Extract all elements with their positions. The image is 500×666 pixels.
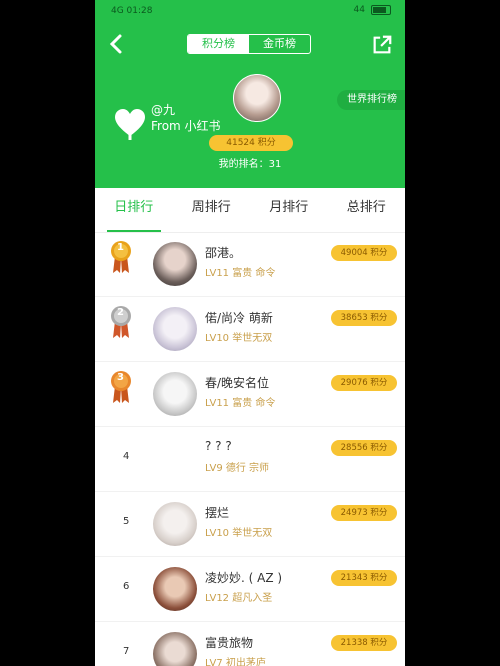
share-icon[interactable]	[371, 34, 393, 56]
avatar[interactable]	[153, 502, 197, 546]
user-name: 邵港。	[205, 246, 242, 260]
status-bar: 4G 01:28 44	[95, 0, 405, 22]
tab-weekly[interactable]: 周排行	[173, 188, 251, 232]
tab-total[interactable]: 总排行	[328, 188, 406, 232]
rank-number: 6	[123, 581, 130, 592]
ranking-row[interactable]: 5 摆烂 LV10 举世无双 24973 积分	[95, 492, 405, 557]
battery-percent: 44	[353, 5, 365, 15]
ranking-row[interactable]: 6 凌妙妙. ( AZ ) LV12 超凡入圣 21343 积分	[95, 557, 405, 622]
avatar[interactable]	[153, 307, 197, 351]
rank-number: 2	[117, 307, 124, 318]
user-level: LV12 超凡入圣	[205, 593, 273, 604]
points-badge: 21338 积分	[331, 635, 397, 651]
my-rank-text: 我的排名：31	[218, 159, 282, 170]
user-source: From 小红书	[151, 119, 221, 133]
tab-monthly[interactable]: 月排行	[250, 188, 328, 232]
user-level: LV9 德行 宗师	[205, 463, 270, 474]
back-arrow-icon[interactable]	[105, 32, 129, 56]
points-badge: 28556 积分	[331, 440, 397, 456]
avatar[interactable]	[153, 632, 197, 666]
rank-number: 4	[123, 451, 130, 462]
points-badge: 29076 积分	[331, 375, 397, 391]
user-name: 富贵旅物	[205, 636, 254, 650]
world-ranking-button[interactable]: 世界排行榜	[337, 90, 405, 110]
header: 积分榜 金币榜 世界排行榜 @九 From 小红书 41524 积分 我的排名：…	[95, 22, 405, 188]
board-switch: 积分榜 金币榜	[187, 34, 311, 54]
rank-number: 1	[117, 242, 124, 253]
points-badge: 21343 积分	[331, 570, 397, 586]
status-icons: 44	[354, 5, 391, 15]
ranking-row[interactable]: 7 富贵旅物 LV7 初出茅庐 21338 积分	[95, 622, 405, 666]
user-level: LV10 举世无双	[205, 528, 273, 539]
avatar[interactable]	[153, 567, 197, 611]
tab-coins-board[interactable]: 金币榜	[249, 35, 310, 53]
ranking-row[interactable]: 3 春/晚安名位 LV11 富贵 命令 29076 积分	[95, 362, 405, 427]
rank-number: 5	[123, 516, 130, 527]
user-name: 摆烂	[205, 506, 230, 520]
user-name: ? ? ?	[205, 439, 232, 453]
user-level: LV11 富贵 命令	[205, 398, 276, 409]
ranking-row[interactable]: 2 偌/尚冷 萌新 LV10 举世无双 38653 积分	[95, 297, 405, 362]
ranking-row[interactable]: 1 邵港。 LV11 富贵 命令 49004 积分	[95, 232, 405, 297]
points-badge: 49004 积分	[331, 245, 397, 261]
points-badge: 38653 积分	[331, 310, 397, 326]
phone-screen: 4G 01:28 44 积分榜 金币榜 世界排行榜 @九 From 小红书 41…	[95, 0, 405, 666]
avatar[interactable]	[153, 372, 197, 416]
my-points-badge: 41524 积分	[209, 135, 293, 151]
avatar[interactable]	[153, 242, 197, 286]
battery-icon	[371, 5, 391, 15]
ranking-list: 1 邵港。 LV11 富贵 命令 49004 积分 2 偌/尚冷 萌新 LV10…	[95, 232, 405, 666]
user-name-block: @九 From 小红书	[151, 102, 221, 134]
user-avatar[interactable]	[233, 74, 281, 122]
tab-daily[interactable]: 日排行	[95, 188, 173, 232]
user-name: 凌妙妙. ( AZ )	[205, 571, 283, 585]
heart-icon	[115, 109, 145, 140]
status-time: 4G 01:28	[111, 6, 153, 16]
user-level: LV10 举世无双	[205, 333, 273, 344]
user-handle: @九	[151, 103, 176, 117]
rank-number: 3	[117, 372, 124, 383]
ranking-row[interactable]: 4 ? ? ? LV9 德行 宗师 28556 积分	[95, 427, 405, 492]
ranking-period-tabs: 日排行 周排行 月排行 总排行	[95, 188, 405, 233]
user-level: LV7 初出茅庐	[205, 658, 266, 666]
points-badge: 24973 积分	[331, 505, 397, 521]
user-name: 春/晚安名位	[205, 376, 270, 390]
user-name: 偌/尚冷 萌新	[205, 311, 273, 325]
user-level: LV11 富贵 命令	[205, 268, 276, 279]
rank-number: 7	[123, 646, 130, 657]
tab-points-board[interactable]: 积分榜	[188, 35, 249, 53]
